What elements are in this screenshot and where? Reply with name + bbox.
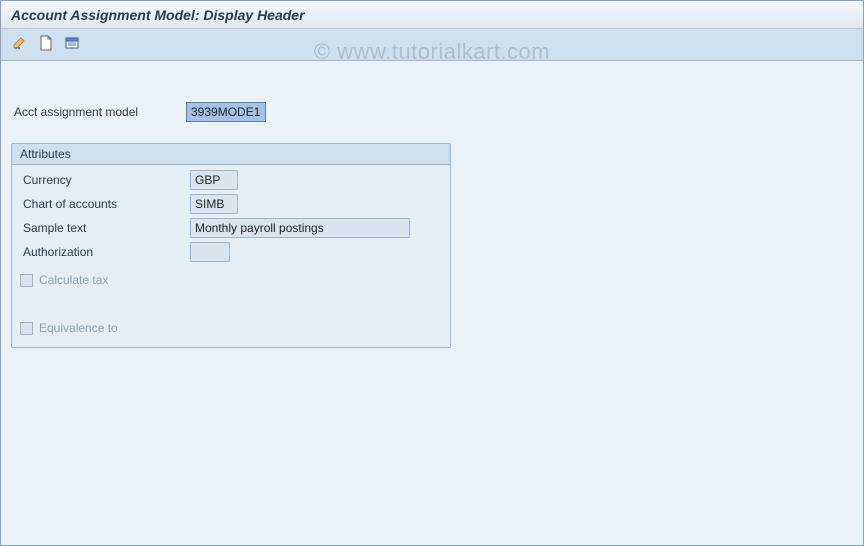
sample-text-label: Sample text — [20, 221, 190, 235]
calculate-tax-label: Calculate tax — [39, 273, 108, 287]
document-icon — [39, 35, 53, 54]
calculate-tax-row: Calculate tax — [20, 269, 442, 291]
currency-field[interactable]: GBP — [190, 170, 238, 190]
overview-icon — [64, 35, 80, 54]
attributes-group-title: Attributes — [12, 144, 450, 165]
coa-label: Chart of accounts — [20, 197, 190, 211]
equivalence-row: Equivalence to — [20, 317, 442, 339]
currency-label: Currency — [20, 173, 190, 187]
coa-field[interactable]: SIMB — [190, 194, 238, 214]
toolbar — [1, 29, 863, 61]
toggle-edit-button[interactable] — [9, 34, 31, 56]
equivalence-label: Equivalence to — [39, 321, 118, 335]
calculate-tax-checkbox[interactable] — [20, 274, 33, 287]
attributes-group-body: Currency GBP Chart of accounts SIMB Samp… — [12, 165, 450, 347]
coa-row: Chart of accounts SIMB — [20, 193, 442, 215]
content-area: Acct assignment model 3939MODE1 Attribut… — [1, 61, 863, 358]
sample-text-field[interactable]: Monthly payroll postings — [190, 218, 410, 238]
attributes-group: Attributes Currency GBP Chart of account… — [11, 143, 451, 348]
create-button[interactable] — [35, 34, 57, 56]
authorization-row: Authorization — [20, 241, 442, 263]
pencil-glasses-icon — [12, 35, 28, 54]
acct-model-row: Acct assignment model 3939MODE1 — [11, 101, 853, 123]
overview-button[interactable] — [61, 34, 83, 56]
app-window: Account Assignment Model: Display Header — [0, 0, 864, 546]
page-title: Account Assignment Model: Display Header — [11, 7, 305, 23]
authorization-label: Authorization — [20, 245, 190, 259]
sample-text-row: Sample text Monthly payroll postings — [20, 217, 442, 239]
currency-row: Currency GBP — [20, 169, 442, 191]
acct-model-input[interactable]: 3939MODE1 — [186, 102, 266, 122]
acct-model-label: Acct assignment model — [11, 105, 186, 119]
equivalence-checkbox[interactable] — [20, 322, 33, 335]
authorization-field[interactable] — [190, 242, 230, 262]
titlebar: Account Assignment Model: Display Header — [1, 1, 863, 29]
